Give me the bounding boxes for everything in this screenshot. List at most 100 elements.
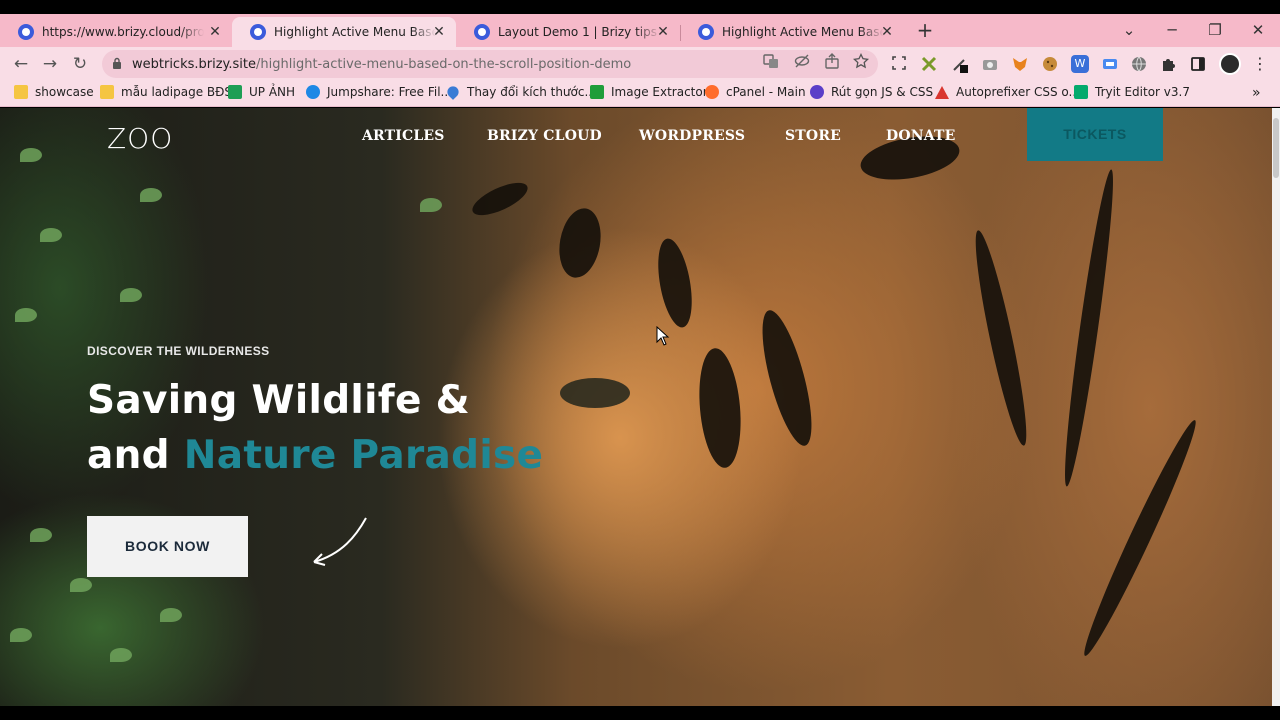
scrollbar-thumb[interactable] <box>1273 118 1279 178</box>
nav-articles[interactable]: ARTICLES <box>362 128 445 144</box>
back-button[interactable]: ← <box>9 52 33 76</box>
site-logo[interactable]: ZOO <box>107 122 173 155</box>
leaf <box>30 528 52 542</box>
tab-close-icon[interactable]: ✕ <box>206 23 224 41</box>
heart-icon <box>445 84 461 100</box>
bookmark-label: Image Extractor <box>611 85 708 99</box>
tab-brizy-projects[interactable]: https://www.brizy.cloud/projects ✕ <box>0 17 232 47</box>
extensions-puzzle-icon[interactable] <box>1160 55 1178 73</box>
restore-button[interactable]: ❐ <box>1204 19 1226 41</box>
curved-arrow-icon <box>313 517 367 566</box>
bookmark-star-icon[interactable] <box>852 52 870 71</box>
bookmark-jumpshare[interactable]: Jumpshare: Free Fil... <box>306 85 452 99</box>
bookmarks-bar: showcase mẫu ladipage BĐS UP ẢNH Jumpsha… <box>0 80 1280 107</box>
nav-store[interactable]: STORE <box>785 128 841 144</box>
nav-wordpress[interactable]: WORDPRESS <box>639 128 745 144</box>
bookmark-label: Rút gọn JS & CSS <box>831 85 934 99</box>
bookmarks-overflow-icon[interactable]: » <box>1252 85 1261 101</box>
profile-avatar[interactable] <box>1219 53 1241 75</box>
bookmark-showcase[interactable]: showcase <box>14 85 94 99</box>
bookmark-label: Jumpshare: Free Fil... <box>327 85 452 99</box>
headline-plain: and <box>87 433 170 478</box>
brizy-favicon-icon <box>250 24 266 40</box>
tab-highlight-active-menu-2[interactable]: Highlight Active Menu Based On ✕ <box>680 17 904 47</box>
window-close-button[interactable]: ✕ <box>1247 19 1269 41</box>
cookie-extension-icon[interactable] <box>1041 55 1059 73</box>
side-panel-icon[interactable] <box>1189 55 1207 73</box>
browser-menu-icon[interactable]: ⋮ <box>1251 55 1269 73</box>
book-now-button[interactable]: BOOK NOW <box>87 516 248 577</box>
share-icon[interactable] <box>823 53 841 71</box>
tiger-stripe <box>1075 415 1205 661</box>
translate-icon[interactable] <box>762 53 780 71</box>
brizy-favicon-icon <box>474 24 490 40</box>
forward-button[interactable]: → <box>38 52 62 76</box>
screen-top-border <box>0 0 1280 14</box>
wp-extension-icon[interactable]: W <box>1071 55 1089 73</box>
bookmark-mau-ladipage[interactable]: mẫu ladipage BĐS <box>100 85 232 99</box>
tab-close-icon[interactable]: ✕ <box>878 23 896 41</box>
w3-icon <box>1074 85 1088 99</box>
bookmark-thay-doi-kich-thuoc[interactable]: Thay đổi kích thước... <box>445 84 596 100</box>
leaf <box>15 308 37 322</box>
minimize-button[interactable]: ─ <box>1161 19 1183 41</box>
tab-strip: https://www.brizy.cloud/projects ✕ Highl… <box>0 14 1280 47</box>
bookmark-image-extractor[interactable]: Image Extractor <box>590 85 708 99</box>
tiger-stripe <box>652 236 698 330</box>
screenshot-extension-icon[interactable] <box>890 55 908 73</box>
tickets-button[interactable]: TICKETS <box>1027 108 1163 161</box>
bookmark-cpanel[interactable]: cPanel - Main <box>705 85 806 99</box>
image-icon <box>228 85 242 99</box>
bookmark-tryit-editor[interactable]: Tryit Editor v3.7 <box>1074 85 1190 99</box>
tools-extension-icon[interactable] <box>920 55 938 73</box>
bookmark-up-anh[interactable]: UP ẢNH <box>228 85 295 99</box>
globe-extension-icon[interactable] <box>1130 55 1148 73</box>
tab-title: https://www.brizy.cloud/projects <box>42 25 204 39</box>
tab-close-icon[interactable]: ✕ <box>654 23 672 41</box>
tiger-stripe <box>967 228 1035 448</box>
metamask-fox-icon[interactable] <box>1011 55 1029 73</box>
bookmark-label: mẫu ladipage BĐS <box>121 85 233 99</box>
tiger-eye <box>560 378 630 408</box>
tab-highlight-active-menu[interactable]: Highlight Active Menu Based On ✕ <box>232 17 456 47</box>
leaf <box>140 188 162 202</box>
url-text: webtricks.brizy.site/highlight-active-me… <box>132 57 631 72</box>
reload-button[interactable]: ↻ <box>68 52 92 76</box>
tiger-stripe <box>554 205 606 281</box>
nav-brizy-cloud[interactable]: BRIZY CLOUD <box>487 128 602 144</box>
tab-title: Highlight Active Menu Based On <box>722 25 884 39</box>
lock-icon <box>102 57 132 72</box>
folder-icon <box>100 85 114 99</box>
leaf <box>70 578 92 592</box>
bookmark-label: Tryit Editor v3.7 <box>1095 85 1190 99</box>
bookmark-label: Thay đổi kích thước... <box>467 85 596 99</box>
leaf <box>160 608 182 622</box>
bookmark-autoprefixer[interactable]: Autoprefixer CSS o... <box>935 85 1080 99</box>
cpanel-icon <box>705 85 719 99</box>
page-scrollbar[interactable] <box>1272 108 1280 706</box>
eye-off-icon[interactable] <box>793 53 811 71</box>
picker-extension-icon[interactable] <box>951 55 969 73</box>
bookmark-label: UP ẢNH <box>249 85 296 99</box>
bookmark-rut-gon-js-css[interactable]: Rút gọn JS & CSS <box>810 85 933 99</box>
green-square-icon <box>590 85 604 99</box>
tab-layout-demo[interactable]: Layout Demo 1 | Brizy tips and tr ✕ <box>456 17 681 47</box>
tiger-stripe <box>468 176 532 222</box>
brizy-favicon-icon <box>18 24 34 40</box>
url-path: /highlight-active-menu-based-on-the-scro… <box>256 56 632 72</box>
window-extension-icon[interactable] <box>1101 55 1119 73</box>
tiger-stripe <box>1057 168 1121 488</box>
nav-donate[interactable]: DONATE <box>886 128 956 144</box>
mouse-cursor-icon <box>656 326 670 346</box>
leaf <box>420 198 442 212</box>
camera-extension-icon[interactable] <box>981 55 999 73</box>
tab-title: Layout Demo 1 | Brizy tips and tr <box>498 25 660 39</box>
tab-search-dropdown-icon[interactable]: ⌄ <box>1118 19 1140 41</box>
tab-close-icon[interactable]: ✕ <box>430 23 448 41</box>
hero-eyebrow: DISCOVER THE WILDERNESS <box>87 344 270 358</box>
hero-headline-line1: Saving Wildlife & <box>87 378 470 423</box>
new-tab-button[interactable]: + <box>914 19 936 41</box>
tab-title: Highlight Active Menu Based On <box>274 25 436 39</box>
bookmark-label: showcase <box>35 85 94 99</box>
folder-icon <box>14 85 28 99</box>
